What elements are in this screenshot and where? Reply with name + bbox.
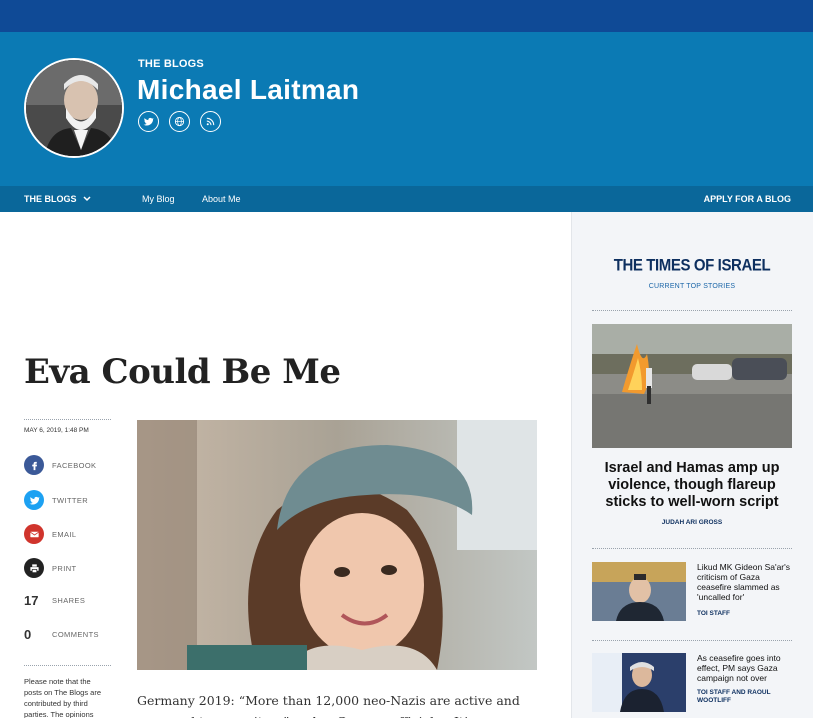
comments-label: COMMENTS	[52, 630, 99, 639]
nav-my-blog[interactable]: My Blog	[142, 186, 175, 212]
article-title: Eva Could Be Me	[24, 352, 341, 392]
globe-icon	[174, 116, 185, 127]
blog-disclaimer: Please note that the posts on The Blogs …	[24, 677, 101, 718]
rss-link[interactable]	[200, 111, 221, 132]
sidebar-divider	[592, 548, 792, 549]
share-twitter[interactable]: TWITTER	[24, 490, 88, 510]
times-of-israel-sidebar: THE TIMES OF ISRAEL CURRENT TOP STORIES …	[571, 212, 813, 718]
blog-header: THE BLOGS Michael Laitman	[0, 32, 813, 186]
nav-the-blogs[interactable]: THE BLOGS	[24, 186, 91, 212]
author-social-links	[138, 111, 221, 132]
street-fire-photo	[592, 324, 792, 448]
article-date: MAY 6, 2019, 1:48 PM	[24, 427, 89, 434]
apply-for-blog-link[interactable]: APPLY FOR A BLOG	[704, 186, 791, 212]
shares-label: SHARES	[52, 596, 86, 605]
top-story-image[interactable]	[592, 324, 792, 448]
comments-counter[interactable]: 0 COMMENTS	[24, 627, 99, 642]
story-byline: TOI STAFF	[697, 610, 730, 617]
print-icon	[24, 558, 44, 578]
blog-nav: THE BLOGS My Blog About Me APPLY FOR A B…	[0, 186, 813, 212]
top-story-headline[interactable]: Israel and Hamas amp up violence, though…	[592, 460, 792, 511]
email-icon	[24, 524, 44, 544]
author-avatar[interactable]	[24, 58, 124, 158]
section-label[interactable]: THE BLOGS	[138, 58, 204, 70]
rss-icon	[206, 117, 215, 126]
twitter-icon	[143, 117, 154, 126]
twitter-link[interactable]	[138, 111, 159, 132]
share-email[interactable]: EMAIL	[24, 524, 77, 544]
share-label: PRINT	[52, 563, 77, 573]
nav-the-blogs-label: THE BLOGS	[24, 194, 77, 204]
sidebar-divider	[592, 640, 792, 641]
top-story-byline[interactable]: JUDAH ARI GROSS	[592, 519, 792, 526]
shares-count: 17	[24, 593, 39, 608]
story-byline: TOI STAFF AND RAOUL WOOTLIFF	[697, 689, 771, 704]
comments-count: 0	[24, 627, 32, 642]
story-title: Likud MK Gideon Sa'ar's criticism of Gaz…	[697, 562, 791, 602]
share-label: FACEBOOK	[52, 460, 97, 470]
sidebar-story[interactable]: As ceasefire goes into effect, PM says G…	[592, 653, 792, 713]
nav-about-me[interactable]: About Me	[202, 186, 241, 212]
facebook-icon	[24, 455, 44, 475]
share-label: EMAIL	[52, 529, 77, 539]
story-thumbnail	[592, 653, 686, 712]
toi-logo[interactable]: THE TIMES OF ISRAEL	[572, 256, 812, 275]
girl-beret-photo	[137, 420, 537, 670]
story-title: As ceasefire goes into effect, PM says G…	[697, 653, 781, 683]
top-strip	[0, 0, 813, 32]
story-thumbnail	[592, 562, 686, 621]
sidebar-divider	[592, 310, 792, 311]
article-body: Germany 2019: “More than 12,000 neo-Nazi…	[137, 693, 520, 718]
chevron-down-icon	[82, 196, 91, 202]
meta-divider	[24, 665, 111, 666]
share-label: TWITTER	[52, 495, 89, 505]
share-print[interactable]: PRINT	[24, 558, 77, 578]
share-facebook[interactable]: FACEBOOK	[24, 455, 96, 475]
article-hero-image	[137, 420, 537, 670]
sidebar-story[interactable]: Likud MK Gideon Sa'ar's criticism of Gaz…	[592, 562, 792, 622]
meta-divider	[24, 419, 111, 420]
website-link[interactable]	[169, 111, 190, 132]
shares-counter: 17 SHARES	[24, 593, 85, 608]
author-photo	[26, 60, 122, 156]
twitter-icon	[24, 490, 44, 510]
top-stories-subtitle: CURRENT TOP STORIES	[648, 283, 736, 290]
author-name[interactable]: Michael Laitman	[137, 74, 359, 106]
